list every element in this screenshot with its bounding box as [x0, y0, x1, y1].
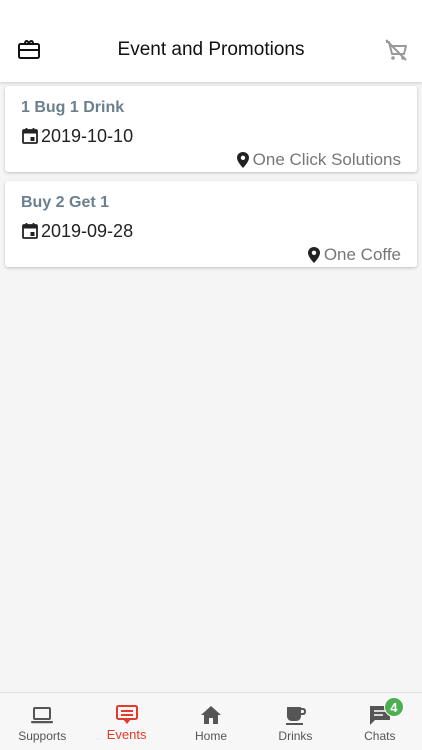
bottom-tab-bar: Supports Events Home Drinks 4 Chats [0, 692, 422, 750]
tab-chats[interactable]: 4 Chats [338, 693, 422, 750]
event-date: 2019-10-10 [41, 126, 134, 146]
tab-label: Drinks [278, 729, 313, 743]
cart-off-icon[interactable] [383, 37, 409, 63]
event-date-row: 2019-09-28 [21, 219, 133, 243]
tab-drinks[interactable]: Drinks [253, 693, 337, 750]
event-name: 1 Bug 1 Drink [21, 99, 125, 116]
location-pin-icon [307, 247, 320, 263]
event-date: 2019-09-28 [41, 221, 134, 241]
event-card[interactable]: Buy 2 Get 1 2019-09-28 One Coffe [5, 181, 417, 267]
tab-label: Supports [18, 729, 67, 743]
coffee-icon [286, 707, 307, 725]
calendar-icon [22, 128, 38, 144]
event-date-row: 2019-10-10 [21, 124, 133, 148]
event-name: Buy 2 Get 1 [21, 194, 110, 211]
event-location-row: One Coffe [306, 243, 401, 267]
laptop-icon [31, 707, 54, 724]
page-title: Event and Promotions [117, 39, 305, 60]
tab-events[interactable]: Events [84, 693, 168, 750]
tab-home[interactable]: Home [169, 693, 253, 750]
tab-label: Home [195, 729, 228, 743]
tab-label: Chats [364, 729, 396, 743]
tab-supports[interactable]: Supports [0, 693, 84, 750]
calendar-icon [22, 223, 38, 239]
event-place: One Click Solutions [252, 150, 401, 169]
location-pin-icon [236, 152, 249, 168]
unread-badge: 4 [383, 697, 404, 717]
home-icon [201, 706, 222, 724]
event-location-row: One Click Solutions [235, 148, 401, 172]
event-place: One Coffe [323, 245, 401, 264]
event-icon [115, 705, 138, 724]
event-card[interactable]: 1 Bug 1 Drink 2019-10-10 One Click Solut… [5, 86, 417, 172]
app-header: Event and Promotions [0, 0, 422, 82]
tab-label: Events [106, 727, 147, 742]
